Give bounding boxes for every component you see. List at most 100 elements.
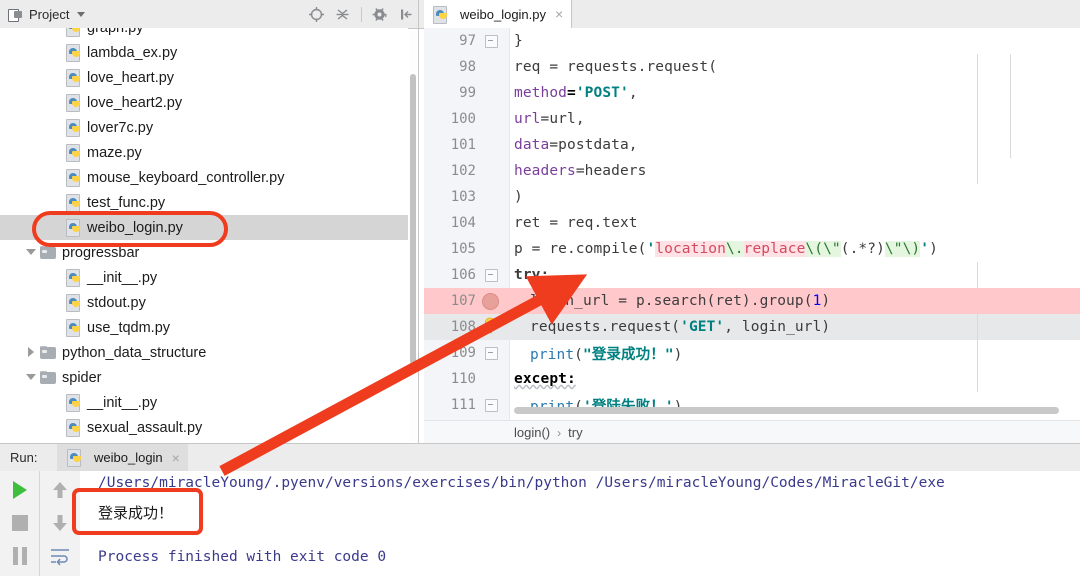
project-title-group[interactable]: Project [0, 6, 86, 22]
console-output[interactable]: /Users/miracleYoung/.pyenv/versions/exer… [80, 471, 1080, 576]
code-editor: weibo_login.py × 97 98 99 100 101 102 103 104 10… [424, 0, 1080, 444]
python-file-icon [66, 44, 82, 62]
python-file-icon [66, 319, 82, 337]
run-tab-label: weibo_login [94, 450, 163, 465]
tree-file-item[interactable]: stdout.py [0, 290, 408, 315]
tree-item-label: sexual_assault.py [87, 419, 203, 436]
scrollbar-thumb[interactable] [514, 407, 1059, 414]
code-line-108: requests.request('GET', login_url) [530, 319, 831, 335]
python-file-icon [66, 119, 82, 137]
python-file-icon [66, 294, 82, 312]
code-line-100: url=url, [514, 111, 585, 127]
tree-item-label: maze.py [87, 144, 142, 161]
chevron-right-icon[interactable] [26, 347, 37, 358]
tree-item-label: __init__.py [87, 394, 158, 411]
project-file-tree[interactable]: graph.py lambda_ex.py love_heart.py love_he… [0, 28, 408, 443]
settings-gear-icon[interactable] [372, 6, 389, 23]
run-tool-window: Run: weibo_login × /Users/miracleYoung/.… [0, 443, 1080, 576]
tree-file-item[interactable]: sexual_assault.py [0, 415, 408, 440]
tree-file-item[interactable]: use_tqdm.py [0, 315, 408, 340]
tree-file-item[interactable]: lover7c.py [0, 115, 408, 140]
hide-panel-icon[interactable] [398, 6, 415, 23]
console-command-line: /Users/miracleYoung/.pyenv/versions/exer… [98, 475, 945, 491]
tree-item-label: love_heart2.py [87, 94, 183, 111]
console-status-line: Process finished with exit code 0 [98, 549, 387, 565]
tree-item-label: python_data_structure [62, 344, 207, 361]
folder-icon [40, 370, 57, 385]
run-tab-weibo-login[interactable]: weibo_login × [57, 444, 188, 471]
code-line-97: } [514, 33, 523, 49]
python-file-icon [66, 194, 82, 212]
python-file-icon [66, 28, 82, 37]
toolbar-divider [361, 6, 362, 22]
soft-wrap-icon[interactable] [48, 544, 72, 568]
tree-item-label: graph.py [87, 28, 143, 36]
project-tree-scrollbar[interactable] [409, 30, 417, 441]
tree-folder-item[interactable]: progressbar [0, 240, 408, 265]
tree-item-label: test_func.py [87, 194, 166, 211]
scrollbar-thumb[interactable] [410, 74, 416, 364]
code-area[interactable]: 97 98 99 100 101 102 103 104 105 106 107 108 109 110 1… [424, 28, 1080, 420]
folder-icon [40, 245, 57, 260]
tree-folder-item[interactable]: python_data_structure [0, 340, 408, 365]
tree-folder-item[interactable]: spider [0, 365, 408, 390]
chevron-down-icon[interactable] [77, 11, 86, 17]
pause-icon[interactable] [8, 544, 32, 568]
scroll-down-icon[interactable] [48, 511, 72, 535]
locate-target-icon[interactable] [308, 6, 325, 23]
tree-file-item[interactable]: test_func.py [0, 190, 408, 215]
project-panel-title: Project [29, 6, 70, 22]
tree-item-label: weibo_login.py [87, 219, 183, 236]
tree-file-item[interactable]: __init__.py [0, 265, 408, 290]
tree-item-label: lambda_ex.py [87, 44, 178, 61]
breadcrumb-item-try[interactable]: try [568, 425, 582, 440]
tree-file-item[interactable]: graph.py [0, 28, 408, 40]
tree-file-item[interactable]: love_heart.py [0, 65, 408, 90]
code-line-103: ) [514, 189, 523, 205]
tree-item-label: spider [62, 369, 102, 386]
code-line-104: ret = req.text [514, 215, 638, 231]
breadcrumb-separator-icon: › [557, 425, 562, 440]
tree-file-item[interactable]: mouse_keyboard_controller.py [0, 165, 408, 190]
chevron-down-icon[interactable] [26, 372, 37, 383]
tree-file-item[interactable]: __init__.py [0, 390, 408, 415]
close-icon[interactable]: × [172, 451, 180, 465]
breadcrumb: login() › try [424, 420, 1080, 444]
editor-tab-weibo-login[interactable]: weibo_login.py × [424, 0, 573, 28]
run-header: Run: weibo_login × [0, 444, 1080, 471]
collapse-all-icon[interactable] [334, 6, 351, 23]
run-icon[interactable] [8, 478, 32, 502]
editor-horizontal-scrollbar[interactable] [514, 406, 1074, 415]
stop-icon[interactable] [8, 511, 32, 535]
pycharm-window: Project graph.pylambda_ex.pylove_he [0, 0, 1080, 576]
breadcrumb-item-login[interactable]: login() [514, 425, 550, 440]
run-control-bar [0, 471, 39, 576]
folder-icon [40, 345, 57, 360]
code-line-106: try: [514, 267, 550, 283]
tree-item-label: lover7c.py [87, 119, 154, 136]
tree-file-item[interactable]: love_heart2.py [0, 90, 408, 115]
tree-file-item[interactable]: maze.py [0, 140, 408, 165]
scroll-up-icon[interactable] [48, 478, 72, 502]
tree-file-item[interactable]: lambda_ex.py [0, 40, 408, 65]
chevron-down-icon[interactable] [26, 247, 37, 258]
tree-file-item[interactable]: weibo_login.py [0, 215, 408, 240]
tree-item-label: stdout.py [87, 294, 146, 311]
tree-item-label: love_heart.py [87, 69, 175, 86]
close-icon[interactable]: × [555, 7, 563, 21]
tree-item-label: __init__.py [87, 269, 158, 286]
panel-divider[interactable] [418, 0, 419, 443]
